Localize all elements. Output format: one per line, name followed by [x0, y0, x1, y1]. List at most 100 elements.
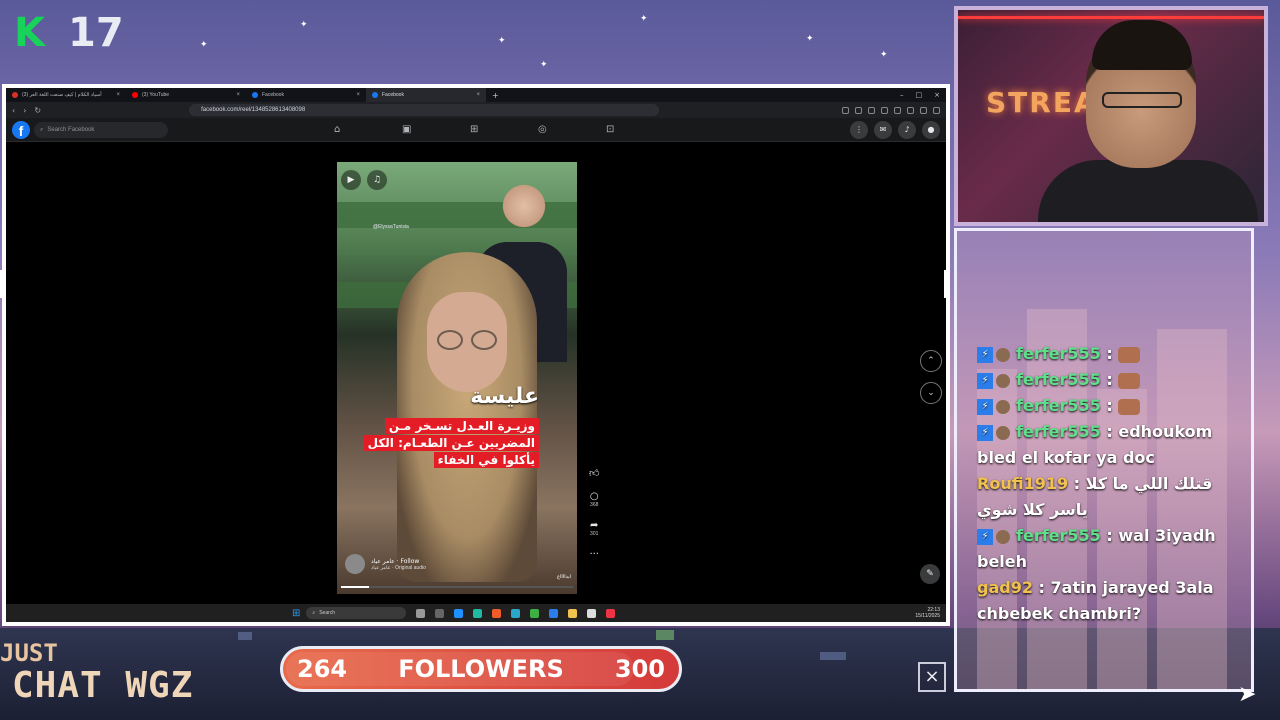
- close-tab-icon[interactable]: ×: [236, 92, 240, 98]
- tab-title: Facebook: [262, 92, 284, 98]
- share-button[interactable]: ➦ 301: [590, 520, 598, 537]
- tab-favicon-icon: [12, 92, 18, 98]
- menu-grid-icon[interactable]: ⋮: [850, 121, 868, 139]
- tab-3[interactable]: Facebook ×: [246, 88, 366, 102]
- user-badge-icon: [996, 373, 1010, 388]
- app-icon[interactable]: [511, 608, 521, 618]
- reload-icon[interactable]: ↻: [34, 106, 41, 115]
- pixel-decoration: [656, 630, 674, 640]
- app-icon[interactable]: [549, 608, 559, 618]
- user-badge-icon: [996, 399, 1010, 414]
- address-bar-row: ‹ › ↻ facebook.com/reel/1348528613408098: [6, 102, 946, 118]
- playback-progress[interactable]: [341, 586, 573, 588]
- task-view-icon[interactable]: [416, 608, 426, 618]
- close-tab-icon[interactable]: ×: [116, 92, 120, 98]
- tab-2[interactable]: (3) YouTube ×: [126, 88, 246, 102]
- chat-username[interactable]: ferfer555: [1016, 422, 1101, 441]
- chat-username[interactable]: ferfer555: [1016, 370, 1101, 389]
- marketplace-icon[interactable]: ⊞: [470, 124, 478, 135]
- chat-username[interactable]: ferfer555: [1016, 526, 1101, 545]
- close-icon[interactable]: ×: [918, 662, 946, 692]
- video-icon[interactable]: ▣: [402, 124, 411, 135]
- taskbar-search-label: Search: [319, 610, 336, 616]
- app-icon[interactable]: [435, 608, 445, 618]
- frame-tab-right: [944, 270, 950, 298]
- windows-start-icon[interactable]: ⊞: [292, 608, 300, 619]
- follower-goal: 300: [614, 655, 665, 683]
- minimize-icon[interactable]: –: [900, 91, 904, 99]
- reel-tag: ابدااااع: [557, 574, 571, 580]
- comment-button[interactable]: ○ 368: [590, 491, 599, 508]
- tab-1[interactable]: (3) أسياد الكلام | كيف صنعت اللغة العر ×: [6, 88, 126, 102]
- edge-icon[interactable]: [454, 608, 464, 618]
- author-avatar[interactable]: [345, 554, 365, 574]
- more-options-button[interactable]: ···: [589, 549, 599, 560]
- file-explorer-icon[interactable]: [568, 608, 578, 618]
- close-tab-icon[interactable]: ×: [476, 92, 480, 98]
- facebook-search-input[interactable]: ⌕ Search Facebook: [34, 122, 168, 138]
- app-icon[interactable]: [530, 608, 540, 618]
- brave-icon[interactable]: [492, 608, 502, 618]
- extension-icon[interactable]: [881, 106, 888, 114]
- close-icon[interactable]: ×: [934, 91, 940, 99]
- author-name[interactable]: عامر عياد: [371, 558, 395, 565]
- close-tab-icon[interactable]: ×: [356, 92, 360, 98]
- browser-window: (3) أسياد الكلام | كيف صنعت اللغة العر × …: [6, 88, 946, 622]
- windows-taskbar: ⊞ ⌕ Search 22:13 15/11/2025: [6, 604, 946, 622]
- search-icon: ⌕: [40, 126, 44, 133]
- chat-username[interactable]: ferfer555: [1016, 396, 1101, 415]
- tab-4-active[interactable]: Facebook ×: [366, 88, 486, 102]
- subscriber-badge-icon: ⚡: [977, 372, 993, 389]
- volume-icon[interactable]: ♫: [367, 170, 387, 190]
- caption-line: وزيـرة العـدل تسـخر مـن: [384, 418, 539, 434]
- facebook-logo[interactable]: f: [12, 121, 30, 139]
- extension-icon[interactable]: [868, 106, 875, 114]
- subscriber-badge-icon: ⚡: [977, 424, 993, 441]
- gaming-icon[interactable]: ⊡: [606, 124, 614, 135]
- like-button[interactable]: 👍︎: [589, 468, 599, 479]
- app-icon[interactable]: [606, 608, 616, 618]
- forward-icon[interactable]: ›: [23, 106, 26, 115]
- reel-video[interactable]: ▶ ♫ @ElyssaTunisia عليسة وزيـرة العـدل ت…: [337, 162, 577, 594]
- caption-line: المضربين عـن الطعـام: الكل: [363, 435, 539, 451]
- cursor-arrow-icon: ➤: [1238, 682, 1257, 707]
- follow-button[interactable]: Follow: [400, 558, 419, 565]
- pixel-decoration: [238, 632, 252, 640]
- taskbar-clock[interactable]: 22:13 15/11/2025: [915, 607, 946, 619]
- webcam-feed: STREA: [954, 6, 1268, 226]
- extension-icon[interactable]: [855, 106, 862, 114]
- window-controls: – □ ×: [900, 91, 946, 99]
- app-icon[interactable]: [473, 608, 483, 618]
- profile-avatar[interactable]: ●: [922, 121, 940, 139]
- maximize-icon[interactable]: □: [916, 91, 923, 99]
- new-tab-button[interactable]: +: [486, 91, 505, 100]
- notifications-bell-icon[interactable]: ♪: [898, 121, 916, 139]
- messenger-icon[interactable]: ✉: [874, 121, 892, 139]
- comment-icon: ○: [589, 491, 599, 502]
- chat-username[interactable]: gad92: [977, 578, 1033, 597]
- groups-icon[interactable]: ◎: [538, 124, 547, 135]
- extension-icon[interactable]: [894, 106, 901, 114]
- audio-label[interactable]: عامر عياد · Original audio: [371, 565, 426, 571]
- chat-username[interactable]: Roufi1919: [977, 474, 1068, 493]
- tab-title: (3) أسياد الكلام | كيف صنعت اللغة العر: [22, 92, 102, 98]
- edit-icon[interactable]: ✎: [920, 564, 940, 584]
- viewer-count: 17: [68, 10, 124, 56]
- taskbar-search[interactable]: ⌕ Search: [306, 607, 407, 619]
- extension-icon[interactable]: [920, 106, 927, 114]
- extension-icon[interactable]: [907, 106, 914, 114]
- play-icon[interactable]: ▶: [341, 170, 361, 190]
- next-reel-button[interactable]: ⌄: [920, 382, 942, 404]
- url-field[interactable]: facebook.com/reel/1348528613408098: [189, 104, 660, 116]
- previous-reel-button[interactable]: ⌃: [920, 350, 942, 372]
- chat-username[interactable]: ferfer555: [1016, 344, 1101, 363]
- facebook-header-right: ⋮ ✉ ♪ ●: [850, 121, 940, 139]
- chat-message-list: ⚡ ferfer555 : ⚡ ferfer555 : ⚡ ferfer555 : ⚡…: [977, 341, 1249, 627]
- extension-icon[interactable]: [842, 106, 849, 114]
- app-icon[interactable]: [587, 608, 597, 618]
- back-icon[interactable]: ‹: [12, 106, 15, 115]
- home-icon[interactable]: ⌂: [334, 124, 340, 135]
- follower-goal-bar: 264 FOLLOWERS 300: [280, 646, 682, 692]
- user-badge-icon: [996, 425, 1010, 440]
- extension-icon[interactable]: [933, 106, 940, 114]
